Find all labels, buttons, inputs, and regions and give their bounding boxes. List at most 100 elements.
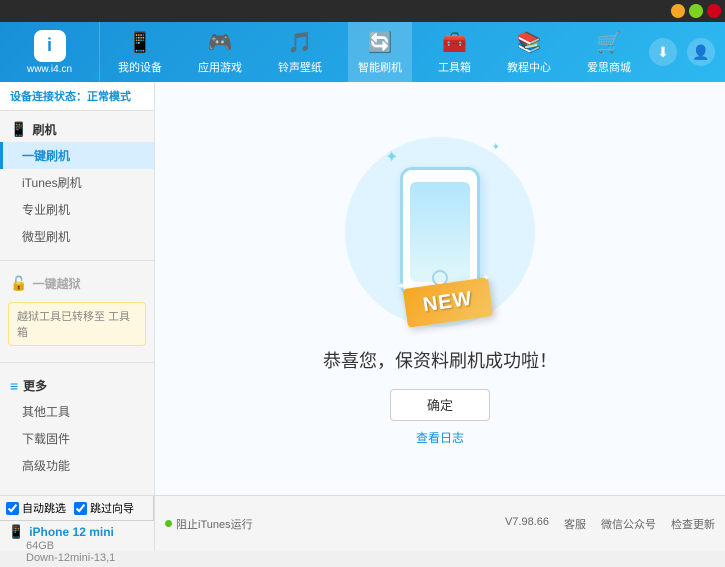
wechat-link[interactable]: 微信公众号 <box>601 516 656 532</box>
itunes-flash-label: iTunes刷机 <box>22 176 82 190</box>
phone-illustration: ✦ ✦ ✦ ✦ NEW <box>340 132 540 332</box>
new-ribbon: ✦ ✦ NEW <box>403 277 493 328</box>
jailbreak-info-box: 越狱工具已转移至 工具箱 <box>8 302 146 346</box>
content-area: ✦ ✦ ✦ ✦ NEW 恭喜您，保资料刷机成功啦！ 确定 查看日志 <box>155 82 725 495</box>
phone-body <box>400 167 480 297</box>
sidebar-item-other-tools[interactable]: 其他工具 <box>0 398 154 425</box>
micro-flash-label: 微型刷机 <box>22 230 70 244</box>
itunes-status-dot <box>165 520 172 527</box>
ringtones-icon: 🎵 <box>288 30 313 55</box>
nav-ringtones-label: 铃声壁纸 <box>278 59 322 75</box>
one-click-flash-label: 一键刷机 <box>22 149 70 163</box>
nav-my-device[interactable]: 📱 我的设备 <box>108 22 172 82</box>
smart-flash-icon: 🔄 <box>368 30 393 55</box>
sidebar-item-advanced[interactable]: 高级功能 <box>0 452 154 479</box>
close-button[interactable] <box>707 4 721 18</box>
pro-flash-label: 专业刷机 <box>22 203 70 217</box>
main-layout: 设备连接状态：正常模式 📱 刷机 一键刷机 iTunes刷机 专业刷机 微型刷机 <box>0 82 725 495</box>
bottom-section: 自动跳选 跳过向导 📱 iPhone 12 mini 64GB Down-12m… <box>0 495 725 551</box>
view-log-link[interactable]: 查看日志 <box>416 429 464 446</box>
sidebar-item-micro-flash[interactable]: 微型刷机 <box>0 223 154 250</box>
more-section-title: ≡ 更多 <box>0 373 154 398</box>
store-icon: 🛒 <box>597 30 622 55</box>
new-badge: ✦ ✦ NEW <box>405 283 491 322</box>
skip-wizard-label: 跳过向导 <box>90 500 134 516</box>
bottom-checkboxes: 自动跳选 跳过向导 <box>0 496 154 521</box>
nav-right-actions: ⬇ 👤 <box>649 38 725 66</box>
bottom-right-status: 阻止iTunes运行 V7.98.66 客服 微信公众号 检查更新 <box>155 496 725 551</box>
lock-icon: 🔓 <box>10 275 27 292</box>
nav-smart-flash-label: 智能刷机 <box>358 59 402 75</box>
divider-2 <box>0 362 154 363</box>
sidebar-jailbreak-section: 🔓 一键越狱 越狱工具已转移至 工具箱 <box>0 265 154 358</box>
nav-items: 📱 我的设备 🎮 应用游戏 🎵 铃声壁纸 🔄 智能刷机 🧰 工具箱 📚 教程中心… <box>100 22 649 82</box>
nav-ringtones[interactable]: 🎵 铃声壁纸 <box>268 22 332 82</box>
maximize-button[interactable] <box>689 4 703 18</box>
itunes-status: 阻止iTunes运行 <box>165 516 253 532</box>
minimize-button[interactable] <box>671 4 685 18</box>
sidebar-flash-section: 📱 刷机 一键刷机 iTunes刷机 专业刷机 微型刷机 <box>0 111 154 256</box>
advanced-label: 高级功能 <box>22 459 70 473</box>
phone-screen <box>410 182 470 282</box>
jailbreak-info-text: 越狱工具已转移至 工具箱 <box>17 311 130 339</box>
bottom-device-info: 📱 iPhone 12 mini 64GB Down-12mini-13,1 <box>0 521 154 567</box>
device-status-bar: 设备连接状态：正常模式 <box>0 82 154 111</box>
logo-url: www.i4.cn <box>27 64 72 75</box>
status-links: V7.98.66 客服 微信公众号 检查更新 <box>505 516 715 532</box>
divider-1 <box>0 260 154 261</box>
jailbreak-section-title: 🔓 一键越狱 <box>0 271 154 296</box>
sidebar-more-section: ≡ 更多 其他工具 下载固件 高级功能 <box>0 367 154 485</box>
nav-tutorials[interactable]: 📚 教程中心 <box>497 22 561 82</box>
titlebar <box>0 0 725 22</box>
nav-tutorials-label: 教程中心 <box>507 59 551 75</box>
phone-icon-small: 📱 <box>8 524 24 540</box>
skip-wizard-checkbox[interactable]: 跳过向导 <box>74 500 134 516</box>
status-value: 正常模式 <box>87 91 131 103</box>
sidebar-item-one-click-flash[interactable]: 一键刷机 <box>0 142 154 169</box>
sidebar-item-download-firmware[interactable]: 下载固件 <box>0 425 154 452</box>
sidebar: 设备连接状态：正常模式 📱 刷机 一键刷机 iTunes刷机 专业刷机 微型刷机 <box>0 82 155 495</box>
auto-jump-checkbox[interactable]: 自动跳选 <box>6 500 66 516</box>
nav-store[interactable]: 🛒 爱思商城 <box>577 22 641 82</box>
status-label: 设备连接状态： <box>10 91 87 103</box>
flash-section-title: 📱 刷机 <box>0 117 154 142</box>
sidebar-item-itunes-flash[interactable]: iTunes刷机 <box>0 169 154 196</box>
nav-store-label: 爱思商城 <box>587 59 631 75</box>
nav-apps-games-label: 应用游戏 <box>198 59 242 75</box>
ribbon-sparkle-1: ✦ <box>397 280 407 292</box>
sidebar-item-pro-flash[interactable]: 专业刷机 <box>0 196 154 223</box>
nav-apps-games[interactable]: 🎮 应用游戏 <box>188 22 252 82</box>
confirm-button[interactable]: 确定 <box>390 389 490 421</box>
nav-toolbox[interactable]: 🧰 工具箱 <box>428 22 481 82</box>
version-label: V7.98.66 <box>505 516 549 532</box>
check-update-link[interactable]: 检查更新 <box>671 516 715 532</box>
support-link[interactable]: 客服 <box>564 516 586 532</box>
jailbreak-section-label: 一键越狱 <box>32 275 80 292</box>
flash-section-label: 刷机 <box>32 121 56 138</box>
more-section-icon: ≡ <box>10 378 18 394</box>
download-firmware-label: 下载固件 <box>22 432 70 446</box>
sparkle-right: ✦ <box>492 142 500 153</box>
itunes-status-label: 阻止iTunes运行 <box>176 516 253 532</box>
device-firmware: Down-12mini-13,1 <box>26 552 146 564</box>
apps-games-icon: 🎮 <box>208 30 233 55</box>
account-button[interactable]: 👤 <box>687 38 715 66</box>
success-message: 恭喜您，保资料刷机成功啦！ <box>323 347 557 373</box>
flash-section-icon: 📱 <box>10 121 27 138</box>
nav-smart-flash[interactable]: 🔄 智能刷机 <box>348 22 412 82</box>
bottom-left-panel: 自动跳选 跳过向导 📱 iPhone 12 mini 64GB Down-12m… <box>0 496 155 551</box>
device-storage: 64GB <box>26 540 146 552</box>
logo-text: i <box>47 35 52 56</box>
new-ribbon-text: NEW <box>422 287 474 316</box>
device-name: iPhone 12 mini <box>29 525 114 539</box>
toolbox-icon: 🧰 <box>442 30 467 55</box>
more-section-label: 更多 <box>23 377 47 394</box>
logo-area: i www.i4.cn <box>0 22 100 82</box>
logo-icon: i <box>34 30 66 62</box>
top-navigation: i www.i4.cn 📱 我的设备 🎮 应用游戏 🎵 铃声壁纸 🔄 智能刷机 … <box>0 22 725 82</box>
my-device-icon: 📱 <box>128 30 153 55</box>
nav-my-device-label: 我的设备 <box>118 59 162 75</box>
auto-jump-label: 自动跳选 <box>22 500 66 516</box>
download-button[interactable]: ⬇ <box>649 38 677 66</box>
sparkle-left: ✦ <box>385 147 398 167</box>
